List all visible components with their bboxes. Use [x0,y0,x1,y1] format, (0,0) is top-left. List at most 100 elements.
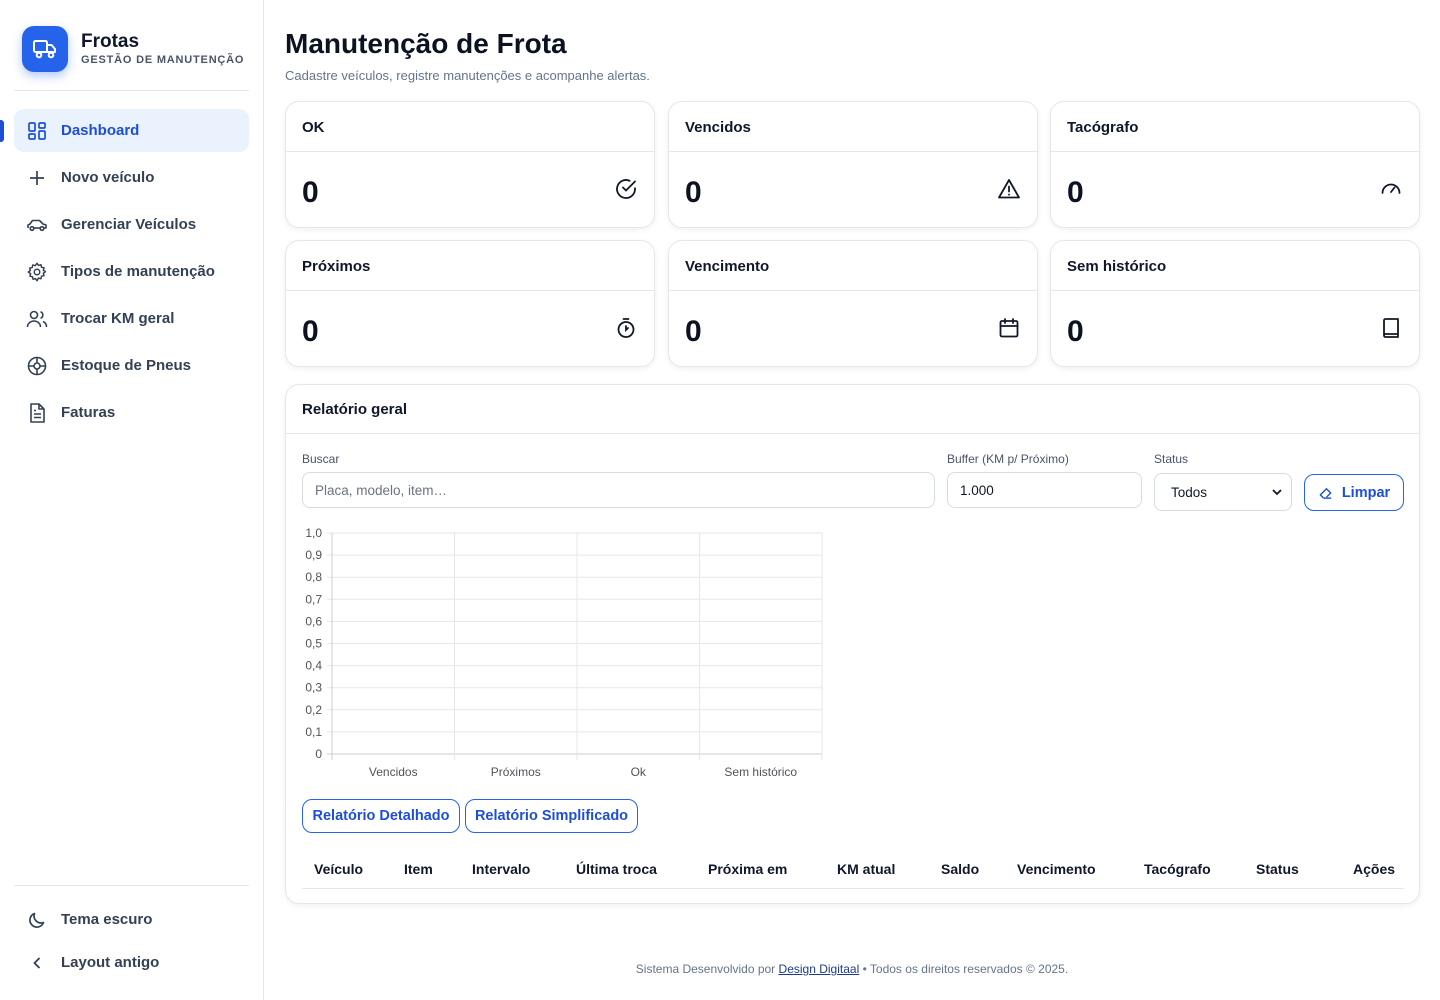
y-tick-label: 0 [315,747,322,761]
y-tick-label: 0,1 [305,725,322,739]
truck-icon [22,26,68,72]
stat-value: 0 [685,176,702,209]
y-tick-label: 0,5 [305,637,322,651]
status-label: Status [1154,452,1189,466]
status-select[interactable]: Todos [1154,473,1292,511]
column-header[interactable]: Tacógrafo [1144,861,1211,877]
check-circle-icon [614,177,638,201]
footer-suffix: • Todos os direitos reservados © 2025. [862,962,1069,976]
report-title: Relatório geral [286,385,1419,434]
column-header[interactable]: Intervalo [472,861,530,877]
footer-prefix: Sistema Desenvolvido por [635,962,776,976]
simplified-report-button[interactable]: Relatório Simplificado [465,799,638,833]
buffer-label: Buffer (KM p/ Próximo) [947,452,1069,466]
gear-icon [26,261,48,283]
stat-value: 0 [302,315,319,348]
eraser-icon [1319,488,1332,499]
column-header[interactable]: Item [404,861,433,877]
footer: Sistema Desenvolvido por Design Digitaal… [264,962,1440,976]
stat-card-tacografo[interactable]: Tacógrafo 0 [1050,101,1420,228]
x-tick-label: Vencidos [369,765,418,779]
main-content: Manutenção de Frota Cadastre veículos, r… [264,0,1440,1000]
x-tick-label: Ok [631,765,647,779]
sidebar-item-manage-vehicles[interactable]: Gerenciar Veículos [14,203,249,246]
status-selected: Todos [1171,484,1208,500]
y-tick-label: 0,2 [305,703,322,717]
y-tick-label: 0,3 [305,681,322,695]
buffer-input[interactable]: 1.000 [947,472,1142,508]
column-header[interactable]: Última troca [576,861,657,877]
column-header[interactable]: KM atual [837,861,895,877]
sidebar-item-maintenance-types[interactable]: Tipos de manutenção [14,250,249,293]
theme-toggle[interactable]: Tema escuro [14,898,249,941]
document-icon [26,402,48,424]
dashboard-grid-icon [26,120,48,142]
brand-subtitle: GESTÃO DE MANUTENÇÃO [81,54,245,66]
brand-title: Frotas [81,31,140,52]
brand[interactable]: Frotas GESTÃO DE MANUTENÇÃO [22,26,244,72]
report-panel: Relatório geral Buscar Placa, modelo, it… [285,384,1420,904]
search-label: Buscar [302,452,340,466]
sidebar-item-new-vehicle[interactable]: Novo veículo [14,156,249,199]
sidebar-item-label: Dashboard [61,122,140,139]
sidebar-bottom-nav: Tema escuro Layout antigo [14,898,249,984]
divider [14,90,249,91]
sidebar-item-label: Faturas [61,404,116,421]
old-layout-link[interactable]: Layout antigo [14,941,249,984]
detailed-report-button[interactable]: Relatório Detalhado [302,799,460,833]
y-tick-label: 1,0 [305,526,322,540]
book-icon [1379,316,1403,340]
column-header[interactable]: Ações [1353,861,1395,877]
y-tick-label: 0,8 [305,570,322,584]
stat-value: 0 [1067,315,1084,348]
car-icon [26,214,48,236]
calendar-icon [997,316,1021,340]
y-tick-label: 0,9 [305,548,322,562]
sidebar: Frotas GESTÃO DE MANUTENÇÃO Dashboard No… [0,0,264,1000]
detailed-report-label: Relatório Detalhado [312,808,450,824]
stat-label: Sem histórico [1051,241,1419,291]
moon-icon [26,909,48,931]
simplified-report-label: Relatório Simplificado [474,808,629,824]
stat-value: 0 [685,315,702,348]
page-title: Manutenção de Frota [285,28,567,59]
sidebar-item-tire-stock[interactable]: Estoque de Pneus [14,344,249,387]
sidebar-item-label: Trocar KM geral [61,310,175,327]
chevron-down-icon [1272,489,1282,496]
stat-card-vencimento[interactable]: Vencimento 0 [668,240,1038,367]
y-tick-label: 0,4 [305,659,322,673]
stat-card-ok[interactable]: OK 0 [285,101,655,228]
column-header[interactable]: Saldo [941,861,979,877]
search-input[interactable]: Placa, modelo, item… [302,472,935,508]
clear-button[interactable]: Limpar [1304,474,1404,511]
chevron-left-icon [26,952,48,974]
stat-card-proximos[interactable]: Próximos 0 [285,240,655,367]
x-tick-label: Sem histórico [724,765,797,779]
clear-button-label: Limpar [1341,484,1391,501]
sidebar-item-label: Estoque de Pneus [61,357,192,374]
column-header[interactable]: Próxima em [708,861,787,877]
stat-label: Tacógrafo [1051,102,1419,152]
sidebar-nav: Dashboard Novo veículo Gerenciar Veículo… [14,109,249,438]
column-header[interactable]: Status [1256,861,1299,877]
column-header[interactable]: Veículo [314,861,363,877]
stopwatch-icon [614,316,638,340]
plus-icon [26,167,48,189]
stat-value: 0 [302,176,319,209]
stat-card-vencidos[interactable]: Vencidos 0 [668,101,1038,228]
sidebar-item-label: Gerenciar Veículos [61,216,197,233]
page-subtitle: Cadastre veículos, registre manutenções … [285,68,650,83]
report-table-header: Veículo Item Intervalo Última troca Próx… [302,853,1404,889]
sidebar-item-dashboard[interactable]: Dashboard [14,109,249,152]
column-header[interactable]: Vencimento [1017,861,1096,877]
stat-label: Próximos [286,241,654,291]
divider [14,885,249,886]
sidebar-item-change-km[interactable]: Trocar KM geral [14,297,249,340]
stat-label: Vencidos [669,102,1037,152]
stat-label: OK [286,102,654,152]
stat-card-sem-historico[interactable]: Sem histórico 0 [1050,240,1420,367]
y-tick-label: 0,7 [305,592,322,606]
sidebar-item-label: Tipos de manutenção [61,263,215,280]
footer-link[interactable]: Design Digitaal [779,962,860,976]
sidebar-item-invoices[interactable]: Faturas [14,391,249,434]
